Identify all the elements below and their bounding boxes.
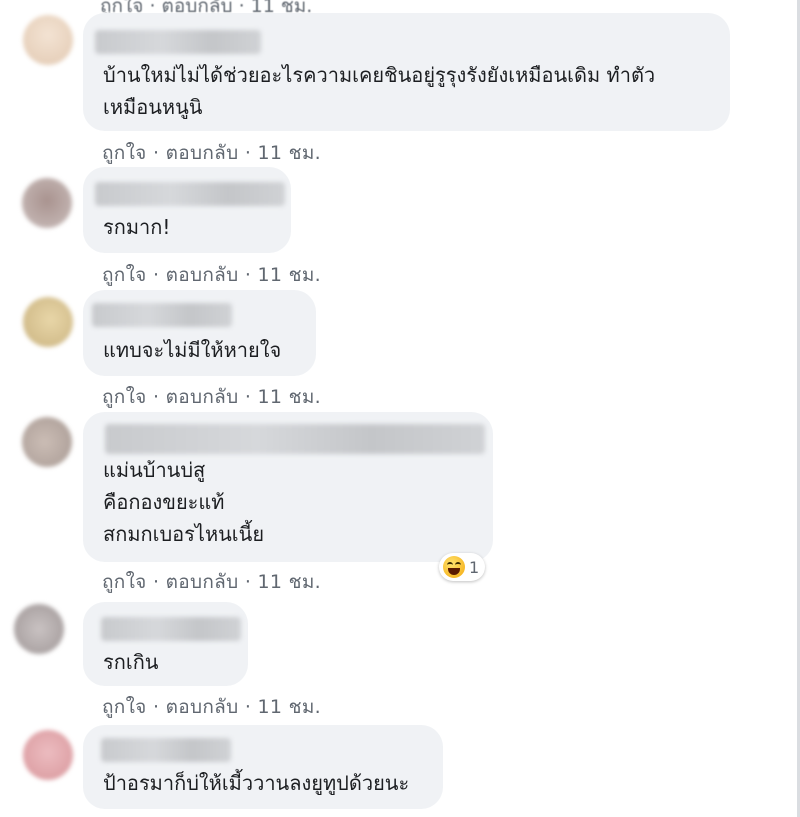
reply-link[interactable]: ตอบกลับ bbox=[166, 142, 239, 164]
like-link[interactable]: ถูกใจ bbox=[102, 571, 147, 593]
comment-text: รกมาก! bbox=[103, 215, 171, 239]
like-link[interactable]: ถูกใจ bbox=[102, 142, 147, 164]
timestamp-link[interactable]: 11 ชม. bbox=[258, 386, 321, 408]
comment-text: แม่นบ้านบ่สู คือกองขยะแท้ สกมกเบอรไหนเนี… bbox=[103, 458, 265, 546]
timestamp-link[interactable]: 11 ชม. bbox=[258, 696, 321, 718]
commenter-name[interactable] bbox=[95, 182, 285, 206]
comment-actions: ถูกใจ · ตอบกลับ · 11 ชม. bbox=[102, 138, 321, 168]
reaction-badge[interactable]: 1 bbox=[439, 553, 486, 581]
comment-actions: ถูกใจ · ตอบกลับ · 11 ชม. bbox=[102, 692, 321, 722]
timestamp-link[interactable]: 11 ชม. bbox=[258, 264, 321, 286]
comment-bubble: แม่นบ้านบ่สู คือกองขยะแท้ สกมกเบอรไหนเนี… bbox=[83, 412, 493, 562]
reply-link[interactable]: ตอบกลับ bbox=[166, 264, 239, 286]
comment-thread: ถูกใจ · ตอบกลับ · 11 ชม. บ้านใหม่ไม่ได้ช… bbox=[0, 0, 800, 817]
comment-text: บ้านใหม่ไม่ได้ช่วยอะไรความเคยชินอยู่รูรุ… bbox=[103, 63, 656, 119]
commenter-name[interactable] bbox=[105, 424, 485, 454]
commenter-name[interactable] bbox=[95, 30, 261, 54]
comment-bubble: ป้าอรมาก็บ่ให้เมี้ววานลงยูทูปด้วยนะ bbox=[83, 725, 443, 809]
like-link[interactable]: ถูกใจ bbox=[102, 264, 147, 286]
timestamp-link[interactable]: 11 ชม. bbox=[258, 142, 321, 164]
comment-bubble: แทบจะไม่มีให้หายใจ bbox=[83, 290, 316, 376]
separator: · bbox=[238, 386, 258, 408]
comment-text: แทบจะไม่มีให้หายใจ bbox=[103, 338, 282, 362]
reply-link[interactable]: ตอบกลับ bbox=[166, 571, 239, 593]
comment-actions: ถูกใจ · ตอบกลับ · 11 ชม. bbox=[102, 382, 321, 412]
avatar[interactable] bbox=[22, 417, 72, 467]
comment-text: ป้าอรมาก็บ่ให้เมี้ววานลงยูทูปด้วยนะ bbox=[103, 771, 410, 795]
comment-bubble: บ้านใหม่ไม่ได้ช่วยอะไรความเคยชินอยู่รูรุ… bbox=[83, 13, 730, 131]
reaction-count: 1 bbox=[469, 557, 480, 577]
like-link[interactable]: ถูกใจ bbox=[102, 386, 147, 408]
comment-bubble: รกเกิน bbox=[83, 602, 248, 686]
separator: · bbox=[146, 696, 166, 718]
avatar[interactable] bbox=[23, 730, 73, 780]
separator: · bbox=[146, 386, 166, 408]
commenter-name[interactable] bbox=[101, 617, 241, 641]
separator: · bbox=[238, 696, 258, 718]
separator: · bbox=[238, 571, 258, 593]
avatar[interactable] bbox=[23, 297, 73, 347]
commenter-name[interactable] bbox=[92, 303, 232, 327]
comment-actions: ถูกใจ · ตอบกลับ · 11 ชม. bbox=[102, 260, 321, 290]
separator: · bbox=[146, 142, 166, 164]
separator: · bbox=[146, 264, 166, 286]
reply-link[interactable]: ตอบกลับ bbox=[166, 386, 239, 408]
separator: · bbox=[146, 571, 166, 593]
separator: · bbox=[238, 142, 258, 164]
comment-bubble: รกมาก! bbox=[83, 167, 291, 253]
avatar[interactable] bbox=[23, 15, 73, 65]
reply-link[interactable]: ตอบกลับ bbox=[166, 696, 239, 718]
avatar[interactable] bbox=[22, 178, 72, 228]
like-link[interactable]: ถูกใจ bbox=[102, 696, 147, 718]
laughing-emoji-icon bbox=[443, 556, 465, 578]
avatar[interactable] bbox=[14, 604, 64, 654]
separator: · bbox=[238, 264, 258, 286]
comment-text: รกเกิน bbox=[103, 650, 159, 674]
comment-actions: ถูกใจ · ตอบกลับ · 11 ชม. bbox=[102, 567, 321, 597]
timestamp-link[interactable]: 11 ชม. bbox=[258, 571, 321, 593]
commenter-name[interactable] bbox=[101, 738, 231, 762]
